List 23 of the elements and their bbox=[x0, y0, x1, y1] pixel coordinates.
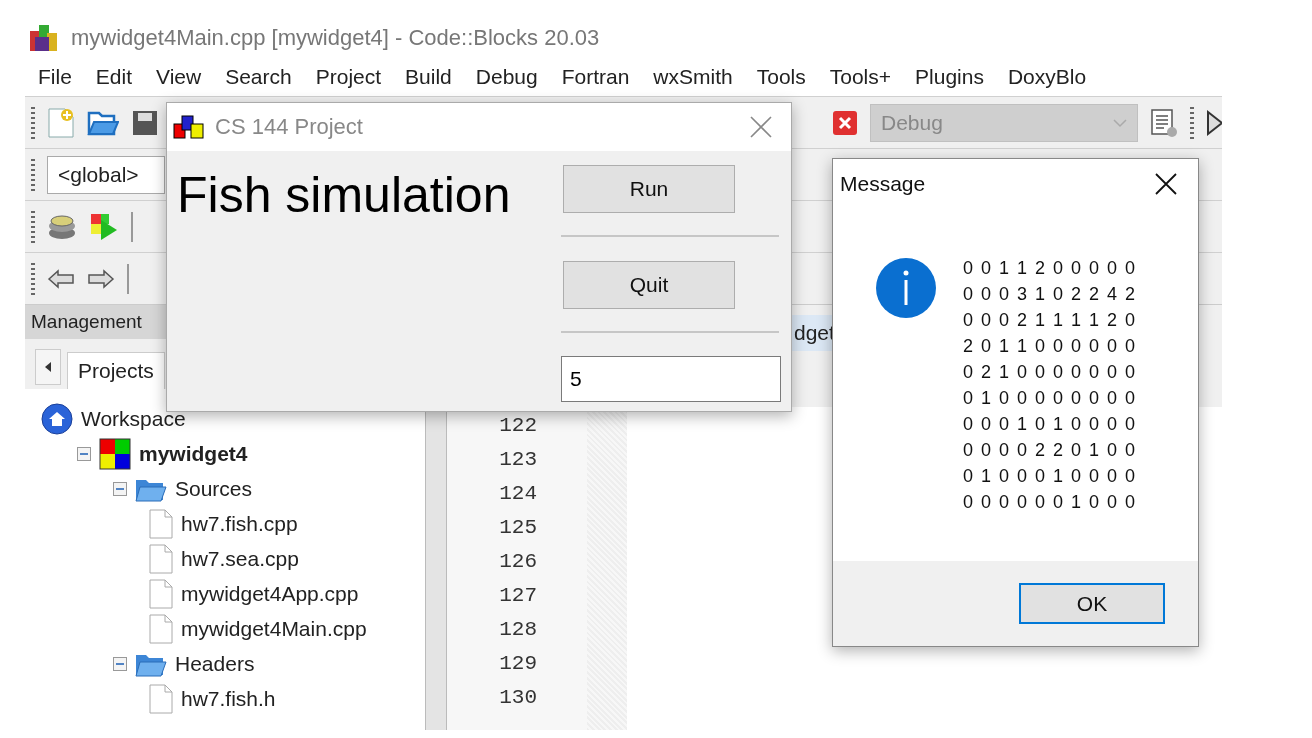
line-number: 127 bbox=[499, 583, 537, 609]
dialog-title: CS 144 Project bbox=[215, 114, 363, 140]
message-line: 0 0 0 0 2 2 0 1 0 0 bbox=[963, 439, 1137, 462]
message-line: 0 0 0 1 0 1 0 0 0 0 bbox=[963, 413, 1137, 436]
message-line: 0 1 0 0 0 0 0 0 0 0 bbox=[963, 387, 1137, 410]
line-number: 124 bbox=[499, 481, 537, 507]
line-number: 128 bbox=[499, 617, 537, 643]
line-number: 130 bbox=[499, 685, 537, 711]
message-line: 0 1 0 0 0 1 0 0 0 0 bbox=[963, 465, 1137, 488]
message-line: 0 2 1 0 0 0 0 0 0 0 bbox=[963, 361, 1137, 384]
line-number: 125 bbox=[499, 515, 537, 541]
line-number: 123 bbox=[499, 447, 537, 473]
message-line: 0 0 0 0 0 0 1 0 0 0 bbox=[963, 491, 1137, 514]
window-title: mywidget4Main.cpp [mywidget4] - Code::Blocks 20.03 bbox=[71, 25, 600, 51]
line-number: 129 bbox=[499, 651, 537, 677]
message-line: 0 0 0 3 1 0 2 2 4 2 bbox=[963, 283, 1137, 306]
dialog-title: Message bbox=[840, 172, 926, 196]
heading: Fish simulation bbox=[177, 166, 511, 225]
message-line: 0 0 1 1 2 0 0 0 0 0 bbox=[963, 257, 1137, 280]
line-number: 122 bbox=[499, 413, 537, 439]
message-line: 2 0 1 1 0 0 0 0 0 0 bbox=[963, 335, 1137, 358]
line-number: 126 bbox=[499, 549, 537, 575]
message-line: 0 0 0 2 1 1 1 1 2 0 bbox=[963, 309, 1137, 332]
